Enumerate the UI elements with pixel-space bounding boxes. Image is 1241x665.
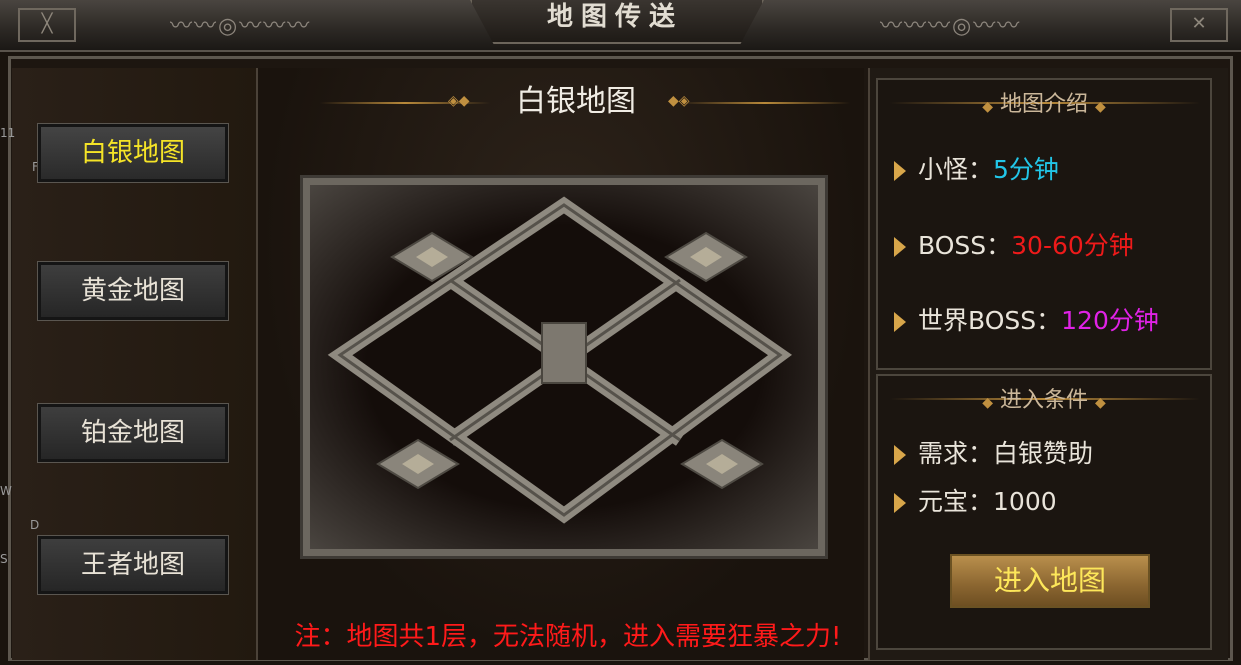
conditions-title-text: 进入条件 bbox=[999, 388, 1088, 413]
arrow-icon bbox=[894, 237, 906, 257]
diamond-icon: ◆ bbox=[1095, 395, 1106, 411]
info-value: 5分钟 bbox=[993, 155, 1059, 184]
intro-row-world-boss: 世界BOSS：120分钟 bbox=[894, 301, 1159, 337]
intro-title: ◆ 地图介绍 ◆ bbox=[876, 86, 1212, 118]
map-notice: 注：地图共1层，无法随机，进入需要狂暴之力! bbox=[294, 622, 842, 652]
dragon-ornament-left: 〰〰◎〰〰〰 bbox=[170, 14, 312, 39]
map-button-gold[interactable]: 黄金地图 bbox=[37, 261, 229, 321]
map-button-platinum[interactable]: 铂金地图 bbox=[37, 403, 229, 463]
info-label: 小怪： bbox=[918, 155, 994, 184]
arrow-icon bbox=[894, 493, 906, 513]
condition-row-requirement: 需求：白银赞助 bbox=[894, 434, 1093, 470]
enter-map-button[interactable]: 进入地图 bbox=[950, 554, 1150, 608]
info-label: 元宝： bbox=[918, 487, 994, 516]
diamond-icon: ◆ bbox=[982, 395, 993, 411]
info-value: 白银赞助 bbox=[993, 439, 1094, 468]
conditions-title: ◆ 进入条件 ◆ bbox=[876, 382, 1212, 414]
intro-title-text: 地图介绍 bbox=[999, 92, 1088, 117]
info-value: 1000 bbox=[993, 487, 1057, 516]
dragon-ornament-right: 〰〰〰◎〰〰 bbox=[880, 14, 1022, 39]
condition-row-ingot: 元宝：1000 bbox=[894, 482, 1057, 518]
selected-map-title: 白银地图 bbox=[516, 84, 636, 119]
close-button[interactable]: ✕ bbox=[1170, 8, 1228, 42]
window-title: 地图传送 bbox=[546, 2, 683, 32]
intro-row-minion: 小怪：5分钟 bbox=[894, 150, 1059, 186]
info-value: 120分钟 bbox=[1061, 306, 1159, 335]
side-mark: W bbox=[0, 484, 12, 498]
side-mark: 11 bbox=[0, 126, 16, 140]
info-label: BOSS： bbox=[918, 231, 1012, 260]
intro-row-boss: BOSS：30-60分钟 bbox=[894, 226, 1134, 262]
map-button-king[interactable]: 王者地图 bbox=[37, 535, 229, 595]
map-preview-image bbox=[310, 185, 818, 549]
arrow-icon bbox=[894, 445, 906, 465]
map-button-silver[interactable]: 白银地图 bbox=[37, 123, 229, 183]
info-value: 30-60分钟 bbox=[1011, 231, 1134, 260]
arrow-icon bbox=[894, 312, 906, 332]
diamond-icon: ◆ bbox=[982, 99, 993, 115]
diamond-icon: ◆ bbox=[1095, 99, 1106, 115]
info-label: 世界BOSS： bbox=[918, 306, 1062, 335]
side-mark: D bbox=[30, 518, 40, 532]
info-label: 需求： bbox=[918, 439, 994, 468]
arrow-icon bbox=[894, 161, 906, 181]
side-mark: S bbox=[0, 552, 8, 566]
corner-ornament: ╳ bbox=[18, 8, 76, 42]
